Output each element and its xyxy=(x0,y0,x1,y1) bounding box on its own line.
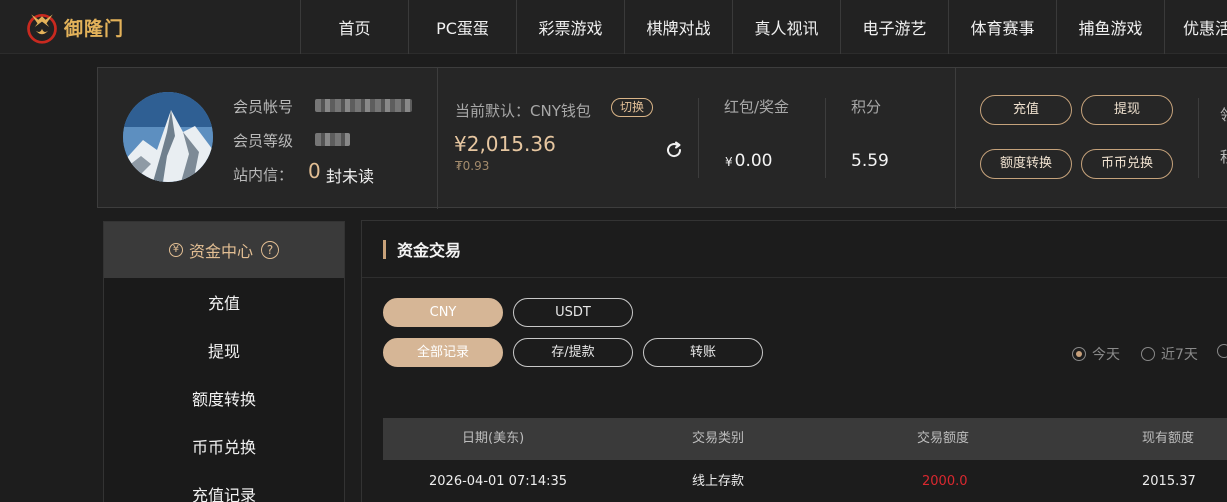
range-more-radio[interactable] xyxy=(1217,344,1227,358)
yen-circle-icon: ¥ xyxy=(168,243,183,257)
panel-title: 资金交易 xyxy=(397,241,462,260)
logo[interactable]: 御隆门 xyxy=(24,6,124,48)
range-today-radio[interactable]: 今天 xyxy=(1072,344,1120,364)
fund-center-sidebar: ¥ 资金中心 ? 充值 提现 额度转换 币币兑换 充值记录 xyxy=(103,221,345,502)
range-7days-label: 近7天 xyxy=(1161,347,1198,363)
level-label: 会员等级 xyxy=(233,132,294,150)
sidebar-item-coin-exchange[interactable]: 币币兑换 xyxy=(104,422,344,470)
logo-text: 御隆门 xyxy=(63,17,124,40)
col-balance: 现有额度 xyxy=(1142,431,1195,446)
tab-currency-cny[interactable]: CNY xyxy=(383,298,503,327)
cell-type: 线上存款 xyxy=(692,474,745,489)
edge-text-bottom: 积 xyxy=(1220,146,1227,167)
col-amount: 交易额度 xyxy=(917,431,970,446)
nav-slots[interactable]: 电子游艺 xyxy=(840,0,948,54)
sidebar-item-deposit[interactable]: 充值 xyxy=(104,278,344,326)
avatar-image-icon xyxy=(123,92,213,182)
help-icon[interactable]: ? xyxy=(261,241,279,259)
wallet-balance: ¥2,015.36 xyxy=(454,132,556,156)
quota-transfer-button[interactable]: 额度转换 xyxy=(980,149,1072,179)
redpacket-amount: 0.00 xyxy=(734,151,773,171)
account-label: 会员帐号 xyxy=(233,98,294,116)
redpacket-currency: ¥ xyxy=(725,155,733,169)
edge-text-top: 领 xyxy=(1220,104,1227,125)
deposit-button[interactable]: 充值 xyxy=(980,95,1072,125)
usdt-balance: ₮0.93 xyxy=(455,159,490,173)
nav-chess[interactable]: 棋牌对战 xyxy=(624,0,732,54)
title-accent-bar xyxy=(383,239,386,259)
nav-sports[interactable]: 体育赛事 xyxy=(948,0,1056,54)
switch-wallet-button[interactable]: 切换 xyxy=(611,98,653,117)
default-wallet-label: 当前默认：CNY钱包 xyxy=(455,102,591,120)
redpacket-label: 红包/奖金 xyxy=(724,98,790,116)
cell-balance: 2015.37 xyxy=(1142,474,1196,489)
points-label: 积分 xyxy=(851,98,882,116)
divider xyxy=(1198,98,1199,178)
tab-currency-usdt[interactable]: USDT xyxy=(513,298,633,327)
message-label: 站内信： xyxy=(233,166,294,184)
sidebar-item-deposit-records[interactable]: 充值记录 xyxy=(104,470,344,502)
account-value-redacted xyxy=(315,99,412,112)
col-date: 日期(美东) xyxy=(462,431,525,446)
main-nav: 首页 PC蛋蛋 彩票游戏 棋牌对战 真人视讯 电子游艺 体育赛事 捕鱼游戏 优惠… xyxy=(300,0,1227,54)
table-row[interactable]: 2026-04-01 07:14:35 线上存款 2000.0 2015.37 xyxy=(383,460,1227,502)
range-today-label: 今天 xyxy=(1092,347,1120,363)
member-panel: 会员帐号 会员等级 站内信： 0 封未读 当前默认：CNY钱包 切换 ¥2,01… xyxy=(97,67,1227,209)
coin-exchange-button[interactable]: 币币兑换 xyxy=(1081,149,1173,179)
divider xyxy=(825,98,826,178)
divider xyxy=(955,68,956,209)
divider xyxy=(437,68,438,209)
sidebar-header: ¥ 资金中心 ? xyxy=(104,222,344,278)
col-type: 交易类别 xyxy=(692,431,745,446)
radio-empty-icon xyxy=(1217,344,1227,358)
nav-fishing[interactable]: 捕鱼游戏 xyxy=(1056,0,1164,54)
unread-message-suffix: 封未读 xyxy=(326,167,375,186)
table-header: 日期(美东) 交易类别 交易额度 现有额度 xyxy=(383,418,1227,460)
sidebar-item-quota-transfer[interactable]: 额度转换 xyxy=(104,374,344,422)
radio-empty-icon xyxy=(1141,347,1155,361)
points-value: 5.59 xyxy=(851,151,889,171)
tab-transfer[interactable]: 转账 xyxy=(643,338,763,367)
withdraw-button[interactable]: 提现 xyxy=(1081,95,1173,125)
dragon-logo-icon xyxy=(27,13,57,44)
panel-header: 资金交易 xyxy=(362,221,1227,278)
sidebar-title: 资金中心 xyxy=(188,242,253,261)
unread-message-count[interactable]: 0 xyxy=(308,159,321,183)
cell-amount: 2000.0 xyxy=(922,474,968,489)
level-value-redacted xyxy=(315,133,350,146)
redpacket-value: ¥0.00 xyxy=(725,151,773,171)
divider xyxy=(698,98,699,178)
refresh-icon[interactable] xyxy=(664,140,684,160)
transactions-panel: 资金交易 CNY USDT 全部记录 存/提款 转账 今天 近7天 日期(美东)… xyxy=(361,220,1227,502)
tab-deposit-withdraw[interactable]: 存/提款 xyxy=(513,338,633,367)
nav-live[interactable]: 真人视讯 xyxy=(732,0,840,54)
tab-all-records[interactable]: 全部记录 xyxy=(383,338,503,367)
top-nav-bar: 御隆门 首页 PC蛋蛋 彩票游戏 棋牌对战 真人视讯 电子游艺 体育赛事 捕鱼游… xyxy=(0,0,1227,54)
cell-date: 2026-04-01 07:14:35 xyxy=(429,474,568,489)
avatar[interactable] xyxy=(123,92,213,182)
nav-home[interactable]: 首页 xyxy=(300,0,408,54)
nav-pc-egg[interactable]: PC蛋蛋 xyxy=(408,0,516,54)
sidebar-item-withdraw[interactable]: 提现 xyxy=(104,326,344,374)
radio-selected-icon xyxy=(1072,347,1086,361)
range-7days-radio[interactable]: 近7天 xyxy=(1141,344,1198,364)
nav-promotions[interactable]: 优惠活 xyxy=(1164,0,1227,54)
page: 御隆门 首页 PC蛋蛋 彩票游戏 棋牌对战 真人视讯 电子游艺 体育赛事 捕鱼游… xyxy=(0,0,1227,502)
nav-lottery[interactable]: 彩票游戏 xyxy=(516,0,624,54)
